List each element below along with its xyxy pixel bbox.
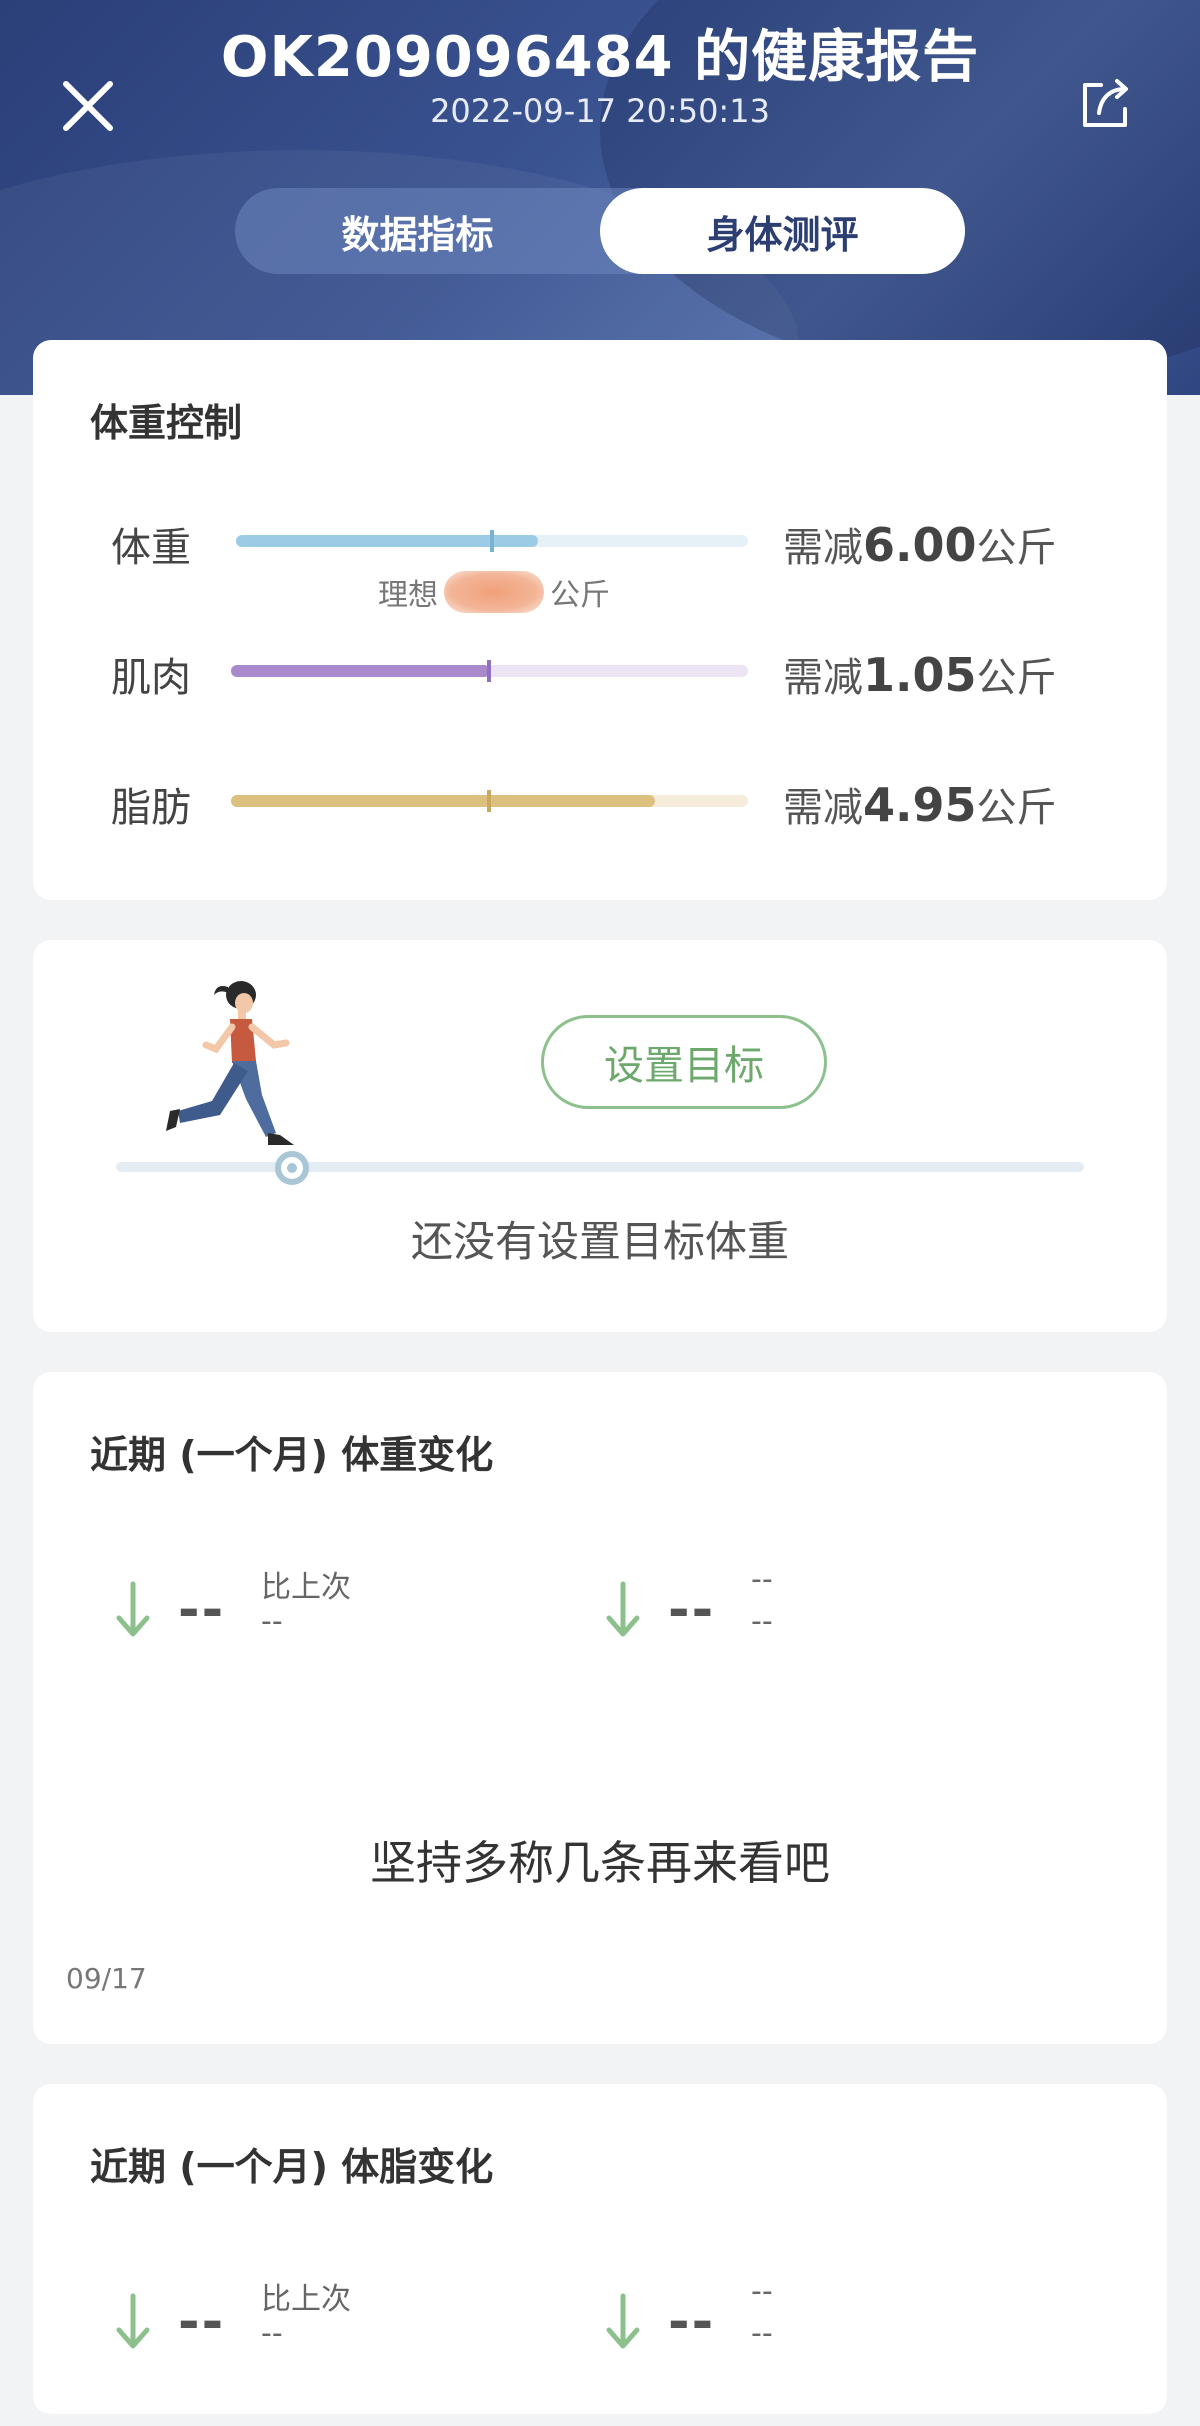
muscle-value-unit: 公斤	[976, 655, 1057, 701]
fat-progress-fill	[231, 795, 655, 807]
fat-progress-tick	[487, 790, 491, 812]
report-timestamp: 2022-09-17 20:50:13	[430, 92, 770, 130]
arrow-down-icon	[116, 1581, 150, 1637]
arrow-down-icon	[116, 2293, 150, 2349]
weight-change-stat-vs-last: -- 比上次 --	[113, 1570, 513, 1662]
fat-change-stat-secondary: -- -- --	[603, 2274, 1003, 2374]
stat-sublabel: --	[751, 1604, 773, 1639]
share-icon	[1083, 79, 1128, 127]
chart-date-label: 09/17	[66, 1962, 147, 1995]
muscle-progress-fill	[231, 665, 490, 677]
weight-row: 体重 需减6.00公斤 理想 公斤	[33, 515, 1167, 613]
weight-change-stat-secondary: -- -- --	[603, 1562, 1003, 1662]
weight-change-card: 近期 (一个月) 体重变化 -- 比上次 -- -- -- -- 坚持多称几条再…	[33, 1372, 1167, 2044]
stat-value: --	[668, 2292, 716, 2352]
stat-sublabel: --	[261, 2316, 283, 2351]
ideal-weight-unit: 公斤	[550, 578, 610, 613]
muscle-progress-track	[231, 660, 748, 682]
stat-value: --	[178, 1580, 226, 1640]
weight-value: 需减6.00公斤	[783, 515, 1057, 573]
stat-value: --	[178, 2292, 226, 2352]
ideal-weight: 理想 公斤	[378, 570, 610, 614]
goal-status-text: 还没有设置目标体重	[410, 1217, 789, 1266]
goal-card: 设置目标 还没有设置目标体重	[33, 940, 1167, 1332]
fat-value-unit: 公斤	[976, 785, 1057, 831]
weight-value-prefix: 需减	[783, 525, 863, 571]
fat-progress-track	[231, 790, 748, 812]
stat-sublabel: --	[261, 1604, 283, 1639]
muscle-value: 需减1.05公斤	[783, 645, 1057, 703]
stat-label: --	[751, 2274, 773, 2309]
arrow-down-icon	[606, 2293, 640, 2349]
ideal-weight-prefix: 理想	[378, 578, 438, 613]
fat-change-stat-vs-last: -- 比上次 --	[113, 2282, 513, 2374]
weight-label: 体重	[111, 525, 191, 571]
redacted-value	[444, 571, 544, 613]
weight-value-number: 6.00	[863, 518, 977, 572]
goal-progress-track	[116, 1162, 1084, 1172]
page-title: OK209096484 的健康报告	[220, 25, 980, 90]
header: OK209096484 的健康报告 2022-09-17 20:50:13 数据…	[0, 0, 1200, 395]
arrow-down-icon	[606, 1581, 640, 1637]
weight-progress-tick	[490, 530, 494, 552]
fat-value-number: 4.95	[863, 778, 977, 832]
empty-chart-message: 坚持多称几条再来看吧	[370, 1836, 830, 1890]
set-goal-button[interactable]: 设置目标	[541, 1015, 827, 1109]
stat-sublabel: --	[751, 2316, 773, 2351]
stat-label: --	[751, 1562, 773, 1597]
tab-data-metrics[interactable]: 数据指标	[235, 188, 600, 274]
fat-change-card: 近期 (一个月) 体脂变化 -- 比上次 -- -- -- --	[33, 2084, 1167, 2414]
weight-change-title: 近期 (一个月) 体重变化	[90, 1433, 494, 1477]
goal-progress-knob	[275, 1151, 309, 1185]
share-button[interactable]	[1075, 75, 1135, 135]
muscle-row: 肌肉 需减1.05公斤	[33, 645, 1167, 725]
muscle-value-number: 1.05	[863, 648, 977, 702]
fat-label: 脂肪	[111, 785, 191, 831]
fat-value: 需减4.95公斤	[783, 775, 1057, 833]
tab-switcher: 数据指标 身体测评	[235, 188, 965, 274]
muscle-value-prefix: 需减	[783, 655, 863, 701]
fat-value-prefix: 需减	[783, 785, 863, 831]
muscle-progress-tick	[487, 660, 491, 682]
tab-body-assessment[interactable]: 身体测评	[600, 188, 965, 274]
fat-row: 脂肪 需减4.95公斤	[33, 775, 1167, 855]
weight-control-title: 体重控制	[90, 401, 243, 445]
weight-control-card: 体重控制 体重 需减6.00公斤 理想 公斤 肌肉 需减1.05公斤 脂肪 需减…	[33, 340, 1167, 900]
stat-value: --	[668, 1580, 716, 1640]
muscle-label: 肌肉	[111, 655, 191, 701]
weight-progress-track	[236, 530, 748, 552]
stat-label: 比上次	[261, 2282, 351, 2317]
stat-label: 比上次	[261, 1570, 351, 1605]
weight-value-unit: 公斤	[976, 525, 1057, 571]
fat-change-title: 近期 (一个月) 体脂变化	[90, 2145, 494, 2189]
